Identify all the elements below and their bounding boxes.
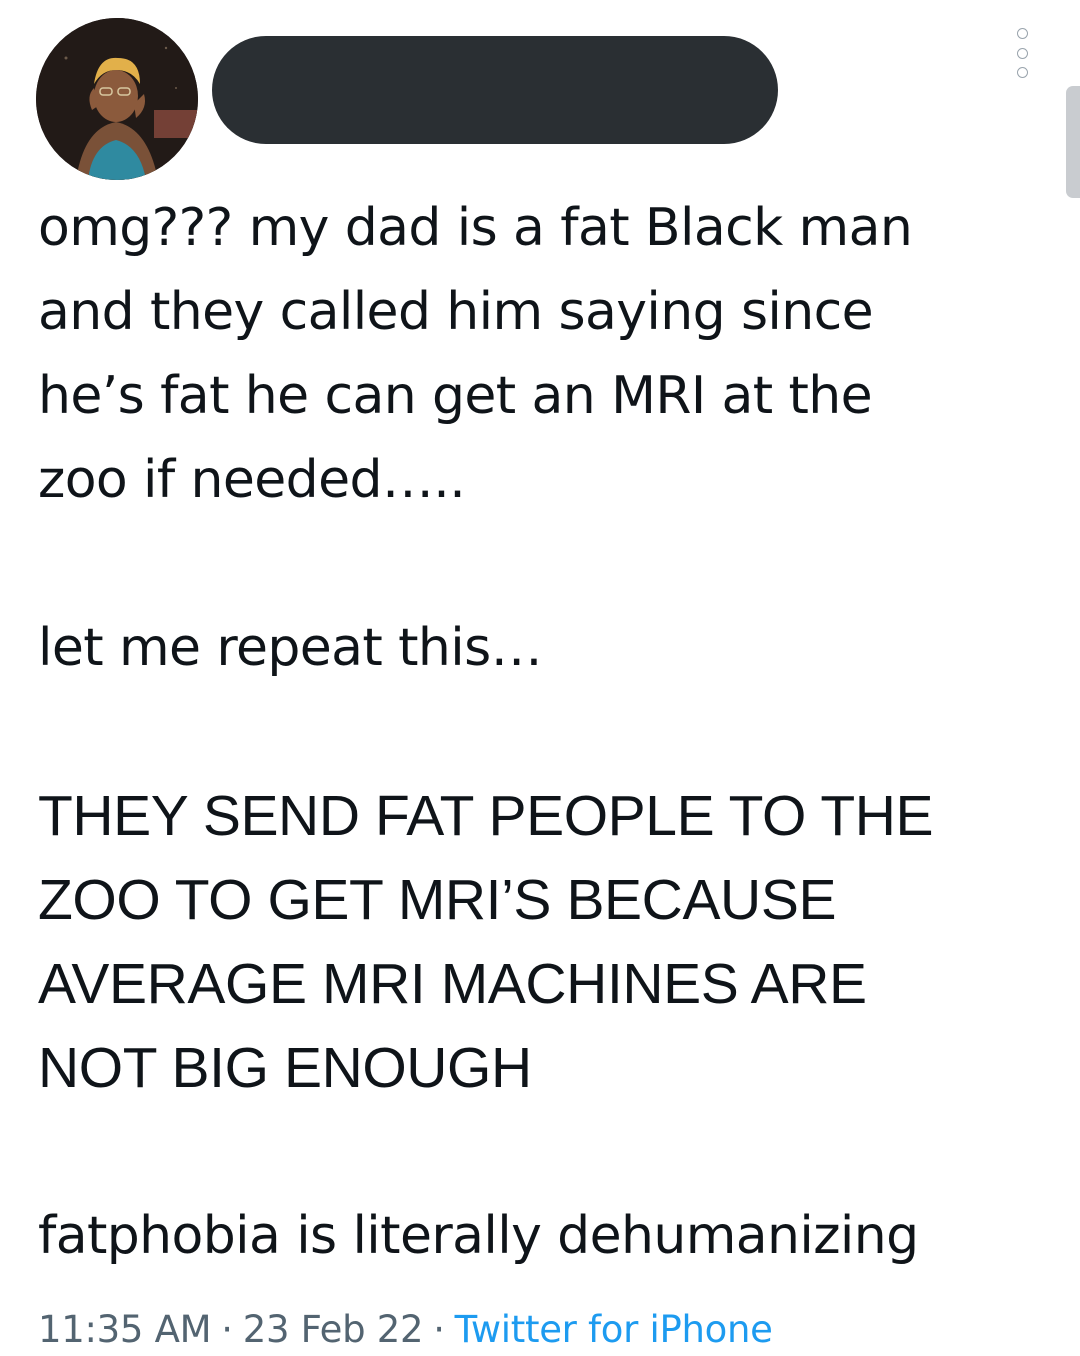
tweet-text: omg??? my dad is a fat Black man and the… (38, 186, 1068, 1278)
tweet-source-link[interactable]: Twitter for iPhone (455, 1308, 773, 1351)
tweet: omg??? my dad is a fat Black man and the… (0, 0, 1080, 1351)
tweet-paragraph: fatphobia is literally dehumanizing (38, 1206, 919, 1266)
more-dot-icon (1016, 47, 1028, 59)
avatar-image (36, 18, 198, 180)
tweet-metadata: 11:35 AM · 23 Feb 22 · Twitter for iPhone (38, 1304, 773, 1356)
meta-separator: · (221, 1308, 233, 1351)
more-dot-icon (1016, 67, 1028, 78)
scrollbar[interactable] (1066, 86, 1080, 198)
tweet-paragraph-caps: THEY SEND FAT PEOPLE TO THE ZOO TO GET M… (38, 784, 934, 1100)
more-options-button[interactable] (1008, 28, 1036, 78)
tweet-time[interactable]: 11:35 AM (38, 1308, 212, 1351)
redacted-display-name (212, 36, 778, 144)
tweet-date[interactable]: 23 Feb 22 (243, 1308, 424, 1351)
tweet-paragraph: omg??? my dad is a fat Black man and the… (38, 198, 913, 510)
tweet-paragraph: let me repeat this… (38, 618, 543, 678)
meta-separator: · (433, 1308, 445, 1351)
more-dot-icon (1016, 28, 1028, 39)
avatar[interactable] (36, 18, 198, 180)
